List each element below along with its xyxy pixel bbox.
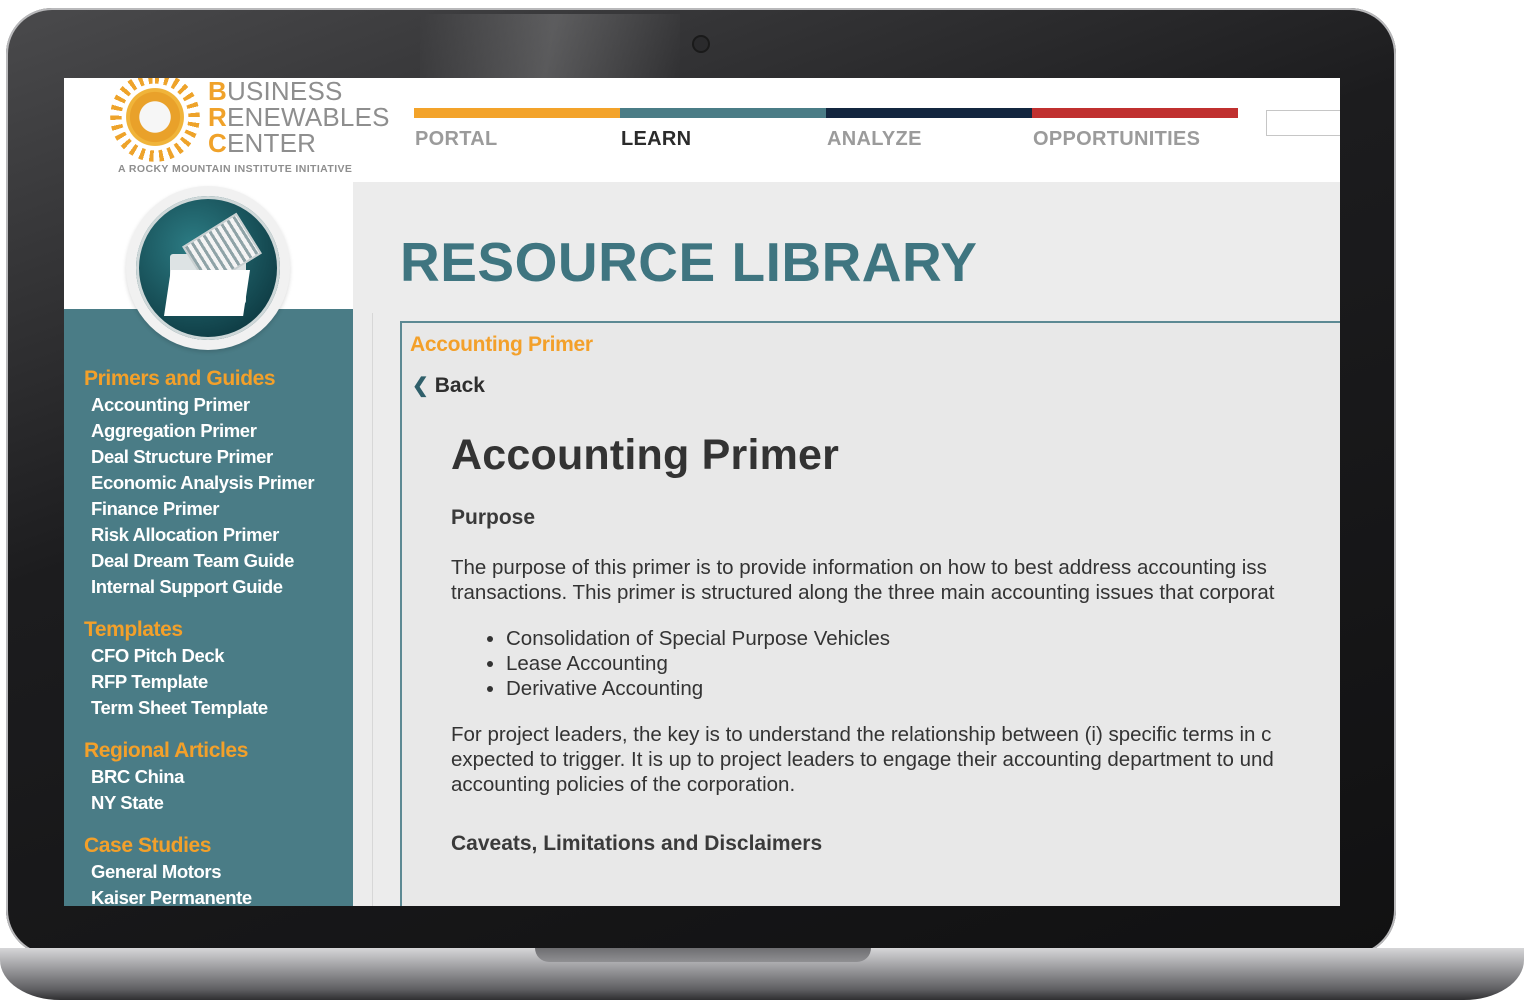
nav-portal-label: PORTAL xyxy=(415,128,498,150)
search-input[interactable] xyxy=(1266,110,1340,136)
nav-portal[interactable]: PORTAL xyxy=(414,108,620,168)
logo-line-business[interactable]: BUSINESS xyxy=(208,78,343,104)
paragraph-line: For project leaders, the key is to under… xyxy=(451,723,1272,746)
sidebar-link-cfo-pitch-deck[interactable]: CFO Pitch Deck xyxy=(91,643,268,669)
resource-library-badge xyxy=(126,186,290,350)
nav-opportunities-label: OPPORTUNITIES xyxy=(1033,128,1201,150)
nav-analyze-bar xyxy=(826,108,1032,118)
logo-line-renewables[interactable]: RENEWABLES xyxy=(208,104,390,130)
sidebar-link-accounting-primer[interactable]: Accounting Primer xyxy=(91,392,314,418)
paragraph-line: transactions. This primer is structured … xyxy=(451,581,1275,604)
logo-tagline: A ROCKY MOUNTAIN INSTITUTE INITIATIVE xyxy=(118,163,353,175)
laptop-hinge-notch xyxy=(535,948,871,962)
nav-portal-bar xyxy=(414,108,620,118)
back-label: Back xyxy=(434,374,485,397)
sidebar-link-aggregation-primer[interactable]: Aggregation Primer xyxy=(91,418,314,444)
sidebar-heading[interactable]: Templates xyxy=(84,617,268,643)
nav-learn-label: LEARN xyxy=(621,128,692,150)
sidebar-link-deal-dream-team-guide[interactable]: Deal Dream Team Guide xyxy=(91,548,314,574)
logo-line-center[interactable]: CENTER xyxy=(208,130,316,156)
list-item: Derivative Accounting xyxy=(506,676,1340,701)
sidebar-link-internal-support-guide[interactable]: Internal Support Guide xyxy=(91,574,314,600)
breadcrumb[interactable]: Accounting Primer xyxy=(410,333,593,357)
bezel-glare xyxy=(420,14,680,78)
sidebar-link-rfp-template[interactable]: RFP Template xyxy=(91,669,268,695)
sun-logo-icon[interactable] xyxy=(116,78,194,156)
list-item: Consolidation of Special Purpose Vehicle… xyxy=(506,626,1340,651)
sidebar-section-regional: Regional Articles BRC China NY State xyxy=(84,738,248,816)
content-panel: Accounting Primer ❮ Back Accounting Prime… xyxy=(400,321,1340,906)
browser-screen: BUSINESS RENEWABLES CENTER A ROCKY MOUNT… xyxy=(64,78,1340,906)
sidebar-section-templates: Templates CFO Pitch Deck RFP Template Te… xyxy=(84,617,268,721)
camera-icon xyxy=(694,37,708,51)
sidebar-link-ny-state[interactable]: NY State xyxy=(91,790,248,816)
chevron-left-icon: ❮ xyxy=(412,375,429,397)
article-body: Accounting Primer Purpose The purpose of… xyxy=(451,431,1340,856)
page-title: RESOURCE LIBRARY xyxy=(400,231,978,293)
nav-opportunities-bar xyxy=(1032,108,1238,118)
sidebar-heading[interactable]: Regional Articles xyxy=(84,738,248,764)
site-header: BUSINESS RENEWABLES CENTER A ROCKY MOUNT… xyxy=(64,78,1340,182)
sidebar-link-risk-allocation-primer[interactable]: Risk Allocation Primer xyxy=(91,522,314,548)
sidebar-link-finance-primer[interactable]: Finance Primer xyxy=(91,496,314,522)
sidebar-heading[interactable]: Primers and Guides xyxy=(84,366,314,392)
nav-analyze[interactable]: ANALYZE xyxy=(826,108,1032,168)
column-divider xyxy=(372,313,373,906)
nav-learn-bar xyxy=(620,108,826,118)
paragraph-line: accounting policies of the corporation. xyxy=(451,773,796,796)
list-item: Lease Accounting xyxy=(506,651,1340,676)
sidebar-section-primers: Primers and Guides Accounting Primer Agg… xyxy=(84,366,315,600)
sidebar-link-deal-structure-primer[interactable]: Deal Structure Primer xyxy=(91,444,314,470)
main-nav: PORTAL LEARN ANALYZE OPPORTUNITIES xyxy=(414,108,1240,168)
paragraph-line: The purpose of this primer is to provide… xyxy=(451,556,1267,579)
sidebar-section-case-studies: Case Studies General Motors Kaiser Perma… xyxy=(84,833,252,906)
section-heading-purpose: Purpose xyxy=(451,506,536,529)
bullet-list: Consolidation of Special Purpose Vehicle… xyxy=(451,626,1340,701)
article-title: Accounting Primer xyxy=(451,431,840,479)
back-button[interactable]: ❮ Back xyxy=(412,373,485,398)
nav-analyze-label: ANALYZE xyxy=(827,128,922,150)
section-heading-caveats: Caveats, Limitations and Disclaimers xyxy=(451,832,823,855)
sidebar-link-general-motors[interactable]: General Motors xyxy=(91,859,252,885)
nav-learn[interactable]: LEARN xyxy=(620,108,826,168)
sidebar-heading[interactable]: Case Studies xyxy=(84,833,252,859)
sidebar-link-brc-china[interactable]: BRC China xyxy=(91,764,248,790)
sidebar-link-economic-analysis-primer[interactable]: Economic Analysis Primer xyxy=(91,470,315,496)
sidebar-link-term-sheet-template[interactable]: Term Sheet Template xyxy=(91,695,268,721)
paragraph-line: expected to trigger. It is up to project… xyxy=(451,748,1274,771)
folder-icon xyxy=(136,196,280,340)
sidebar-link-kaiser-permanente[interactable]: Kaiser Permanente xyxy=(91,885,252,906)
nav-opportunities[interactable]: OPPORTUNITIES xyxy=(1032,108,1238,168)
